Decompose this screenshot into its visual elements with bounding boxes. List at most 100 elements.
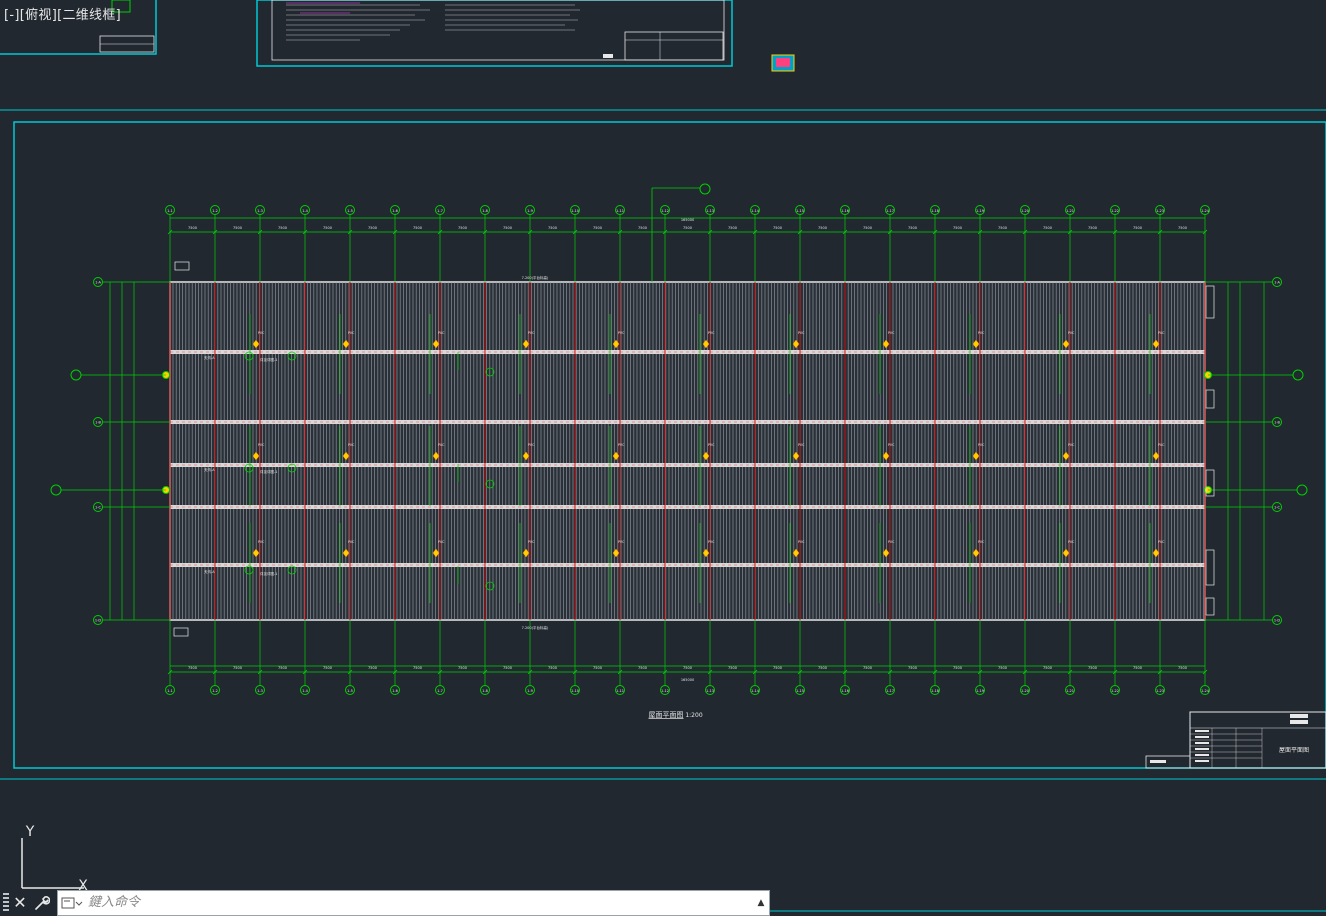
command-line: ✕ ▲	[0, 889, 770, 916]
detail-callout-bubble	[1296, 484, 1308, 496]
gutter-bracket	[1205, 549, 1215, 586]
total-dimension-top: 165000	[681, 218, 694, 222]
axis-label-top: 1-11	[616, 209, 624, 213]
axis-label-top: 1-24	[1201, 209, 1210, 213]
total-dimension-bottom: 165000	[681, 678, 694, 682]
chevron-up-icon[interactable]: ▲	[753, 892, 769, 914]
axis-label-top: 1-14	[751, 209, 760, 213]
axis-label-top: 1-12	[661, 209, 669, 213]
axis-label-bottom: 1-16	[841, 689, 849, 693]
sheet-thumbnail-notes	[256, 0, 733, 67]
axis-label-top: 1-4	[302, 209, 308, 213]
gutter-note: 天沟-A	[204, 467, 215, 472]
axis-label-top: 1-22	[1111, 209, 1119, 213]
axis-label-top: 1-2	[212, 209, 218, 213]
corner-box	[173, 627, 189, 637]
dimension-label-top: 7500	[773, 226, 782, 230]
axis-label-bottom: 1-14	[751, 689, 760, 693]
axis-label-bottom: 1-3	[257, 689, 263, 693]
row-label-left: 1-A	[95, 281, 101, 285]
drain-label: PVC	[1068, 443, 1075, 447]
dimension-label-top: 7500	[503, 226, 512, 230]
dimension-label-top: 7500	[188, 226, 197, 230]
logo-stamp-icon	[771, 54, 795, 72]
dimension-label-top: 7500	[953, 226, 962, 230]
axis-label-top: 1-8	[482, 209, 488, 213]
gutter-bracket	[1205, 597, 1215, 616]
drain-label: PVC	[348, 443, 355, 447]
drain-label: PVC	[618, 331, 625, 335]
dimension-label-bottom: 7500	[593, 666, 602, 670]
drain-label: PVC	[888, 443, 895, 447]
dimension-label-bottom: 7500	[368, 666, 377, 670]
detail-callout-bubble	[699, 183, 711, 195]
gutter-detail-note: 详见详图-1	[260, 571, 278, 576]
axis-label-top: 1-17	[886, 209, 894, 213]
dimension-label-bottom: 7500	[998, 666, 1007, 670]
command-input-wrapper: ▲	[57, 889, 770, 916]
axis-label-bottom: 1-22	[1111, 689, 1119, 693]
axis-label-top: 1-21	[1066, 209, 1074, 213]
title-block: 屋面平面图	[1145, 711, 1326, 769]
dimension-label-bottom: 7500	[953, 666, 962, 670]
dimension-label-top: 7500	[323, 226, 332, 230]
axis-label-top: 1-19	[976, 209, 984, 213]
drain-label: PVC	[258, 540, 265, 544]
dimension-label-top: 7500	[1133, 226, 1142, 230]
dimension-label-bottom: 7500	[1178, 666, 1187, 670]
drain-label: PVC	[798, 443, 805, 447]
title-block-drawing-name: 屋面平面图	[1279, 747, 1309, 754]
axis-label-bottom: 1-18	[931, 689, 939, 693]
dimension-label-top: 7500	[1088, 226, 1097, 230]
dimension-label-bottom: 7500	[728, 666, 737, 670]
drain-label: PVC	[528, 443, 535, 447]
axis-label-top: 1-1	[167, 209, 173, 213]
dimension-label-top: 7500	[413, 226, 422, 230]
wrench-icon[interactable]	[31, 891, 53, 915]
elevation-label-bottom: 7.200(平台标高)	[522, 625, 549, 630]
gutter-detail-note: 详见详图-1	[260, 469, 278, 474]
drain-label: PVC	[438, 331, 445, 335]
detail-callout-bubble	[1292, 369, 1304, 381]
dimension-label-top: 7500	[818, 226, 827, 230]
dimension-label-bottom: 7500	[773, 666, 782, 670]
drain-label: PVC	[708, 331, 715, 335]
dimension-label-bottom: 7500	[503, 666, 512, 670]
drain-label: PVC	[798, 331, 805, 335]
command-prompt-icon[interactable]	[58, 892, 86, 914]
axis-label-top: 1-5	[347, 209, 353, 213]
dimension-label-top: 7500	[593, 226, 602, 230]
elevation-label-top: 7.200(平台标高)	[522, 275, 549, 280]
detail-callout-bubble	[50, 484, 62, 496]
axis-label-bottom: 1-19	[976, 689, 984, 693]
axis-label-bottom: 1-11	[616, 689, 624, 693]
axis-label-bottom: 1-1	[167, 689, 173, 693]
axis-label-bottom: 1-24	[1201, 689, 1210, 693]
axis-label-bottom: 1-13	[706, 689, 714, 693]
drain-label: PVC	[618, 443, 625, 447]
drawing-title: 屋面平面图	[649, 711, 684, 719]
dimension-label-top: 7500	[278, 226, 287, 230]
axis-label-bottom: 1-17	[886, 689, 894, 693]
command-input[interactable]	[86, 891, 753, 914]
dimension-label-top: 7500	[863, 226, 872, 230]
gutter-detail-note: 详见详图-1	[260, 357, 278, 362]
axis-label-bottom: 1-23	[1156, 689, 1164, 693]
axis-label-top: 1-20	[1021, 209, 1029, 213]
ucs-y-label: Y	[25, 824, 35, 840]
axis-label-bottom: 1-9	[527, 689, 533, 693]
row-label-left: 1-C	[95, 506, 101, 510]
drain-label: PVC	[708, 443, 715, 447]
dimension-label-top: 7500	[1178, 226, 1187, 230]
drain-label: PVC	[708, 540, 715, 544]
dimension-label-bottom: 7500	[233, 666, 242, 670]
close-icon[interactable]: ✕	[9, 891, 31, 915]
axis-label-bottom: 1-5	[347, 689, 353, 693]
drain-label: PVC	[1158, 331, 1165, 335]
axis-label-bottom: 1-7	[437, 689, 443, 693]
detail-callout-bubble	[70, 369, 82, 381]
drawing-canvas[interactable]: 1-1 1-1 7500 7500 1-2 1-2 7500 7500 1-3 1-3 7500 75…	[0, 0, 1326, 916]
viewport-controls-label[interactable]: [-][俯视][二维线框]	[4, 4, 121, 23]
dimension-label-top: 7500	[683, 226, 692, 230]
axis-label-top: 1-7	[437, 209, 443, 213]
